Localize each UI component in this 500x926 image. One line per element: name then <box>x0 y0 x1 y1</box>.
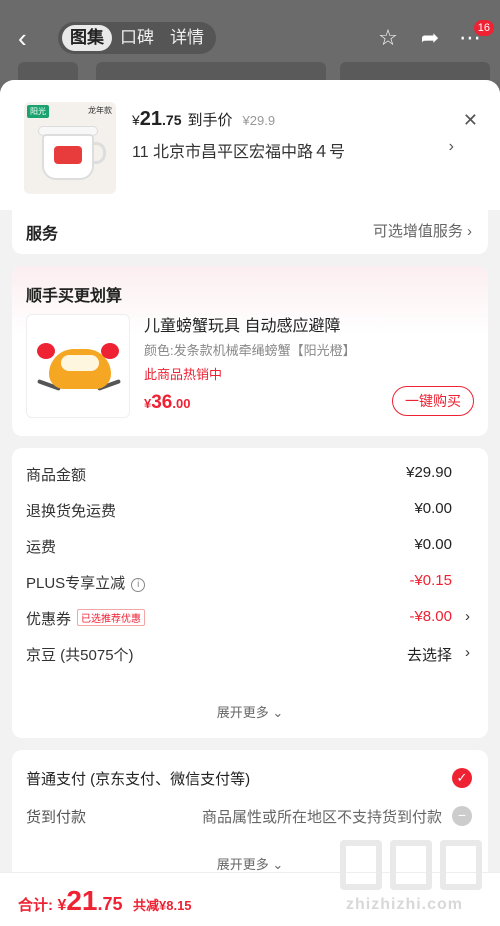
cost-row-shipping: 运费 ¥0.00 <box>26 536 452 556</box>
bundle-price: ¥36.00 <box>144 392 191 413</box>
bundle-product-attr: 颜色:发条款机械牵绳螃蟹【阳光橙】 <box>144 343 356 358</box>
total-price: 合计: ¥21.75 共减¥8.15 <box>18 885 192 916</box>
product-tag: 龙年款 <box>88 106 112 115</box>
disabled-icon: − <box>452 806 472 826</box>
back-icon[interactable]: ‹ <box>18 24 40 52</box>
cost-row-goods: 商品金额 ¥29.90 <box>26 464 452 484</box>
share-icon[interactable]: ➦ <box>416 24 444 52</box>
total-saved: 共减¥8.15 <box>133 898 192 913</box>
cost-breakdown: 商品金额 ¥29.90 退换货免运费 ¥0.00 运费 ¥0.00 PLUS专享… <box>12 448 488 738</box>
service-value: 可选增值服务 › <box>372 223 472 240</box>
payment-option-normal[interactable]: 普通支付 (京东支付、微信支付等) ✓ <box>26 768 472 789</box>
service-label: 服务 <box>26 226 59 243</box>
expand-more-button[interactable]: 展开更多 ⌄ <box>12 702 488 721</box>
crab-claw-shape <box>101 343 119 359</box>
product-tabs: 图集 口碑 详情 <box>58 22 216 54</box>
tab-details[interactable]: 详情 <box>162 25 212 51</box>
cost-row-return-shipping: 退换货免运费 ¥0.00 <box>26 500 452 520</box>
bundle-hot-label: 此商品热销中 <box>144 367 223 382</box>
chevron-right-icon[interactable]: › <box>465 608 470 625</box>
bundle-title: 顺手买更划算 <box>26 288 123 305</box>
chevron-right-icon[interactable]: › <box>465 644 470 661</box>
checkmark-icon[interactable]: ✓ <box>452 768 472 788</box>
brand-logo: 阳光 <box>27 105 49 118</box>
cost-row-jingdou[interactable]: 京豆 (共5075个) 去选择 › <box>26 644 472 668</box>
watermark: zhizhizhi.com <box>340 840 490 920</box>
order-sheet: 阳光 龙年款 ¥21.75 到手价 ¥29.9 11 北京市昌平区宏福中路４号 › … <box>0 80 500 926</box>
crab-claw-shape <box>37 343 55 359</box>
product-thumbnail: 阳光 龙年款 <box>24 102 116 194</box>
cup-logo-shape <box>54 146 82 164</box>
product-summary: 阳光 龙年款 ¥21.75 到手价 ¥29.9 11 北京市昌平区宏福中路４号 › … <box>0 80 500 210</box>
original-price: ¥29.9 <box>242 113 276 128</box>
star-icon[interactable]: ☆ <box>374 24 402 52</box>
cost-row-coupon[interactable]: 优惠券 已选推荐优惠 -¥8.00 › <box>26 608 472 632</box>
cost-row-plus-discount: PLUS专享立减 i -¥0.15 <box>26 572 452 592</box>
bundle-product-name[interactable]: 儿童螃蟹玩具 自动感应避障 <box>144 312 340 336</box>
info-icon[interactable]: i <box>131 578 146 592</box>
tab-reviews[interactable]: 口碑 <box>112 25 162 51</box>
one-click-buy-button[interactable]: 一键购买 <box>392 386 474 416</box>
crab-toy-image[interactable] <box>26 314 130 418</box>
crab-face-shape <box>61 355 99 371</box>
cart-badge: 16 <box>473 20 494 36</box>
cup-handle-shape <box>92 142 106 164</box>
watermark-box <box>340 840 382 890</box>
product-price: ¥21.75 到手价 ¥29.9 <box>132 108 276 130</box>
chevron-right-icon[interactable]: › <box>449 138 454 156</box>
watermark-box <box>390 840 432 890</box>
bundle-recommendation: 顺手买更划算 儿童螃蟹玩具 自动感应避障 颜色:发条款机械牵绳螃蟹【阳光橙】 此… <box>12 266 488 436</box>
coupon-tag: 已选推荐优惠 <box>77 609 146 626</box>
close-icon[interactable]: ✕ <box>463 110 478 131</box>
watermark-box <box>440 840 482 890</box>
service-row[interactable]: 服务 可选增值服务 › <box>12 210 488 254</box>
watermark-text: zhizhizhi.com <box>346 896 463 913</box>
tab-gallery[interactable]: 图集 <box>62 25 112 51</box>
payment-option-cod: 货到付款 商品属性或所在地区不支持货到付款 − <box>26 806 472 827</box>
delivery-address[interactable]: 11 北京市昌平区宏福中路４号 <box>132 138 345 162</box>
